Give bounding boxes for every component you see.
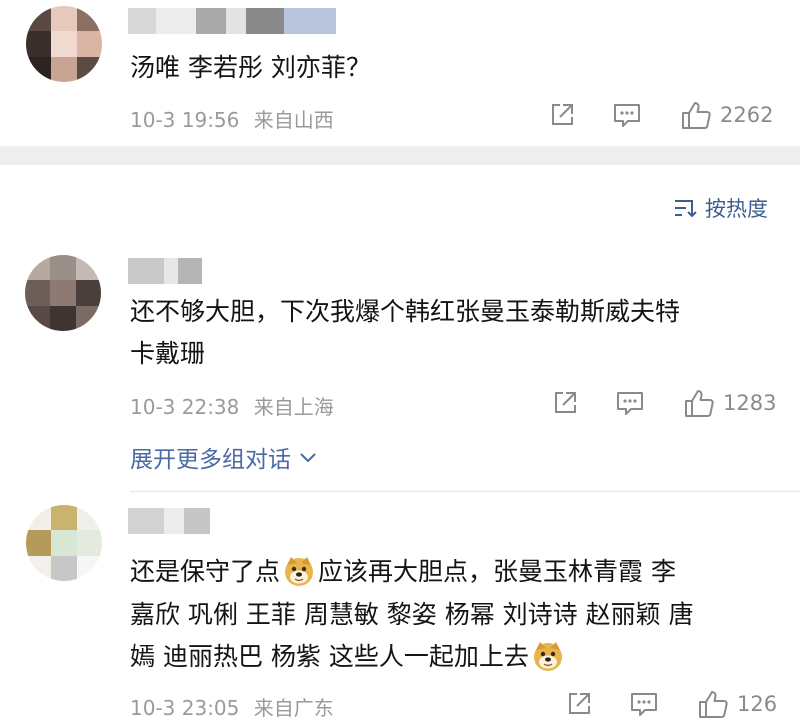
comment-text-segment: 嫣 迪丽热巴 杨紫 这些人一起加上去: [130, 642, 529, 671]
comment-text: 还是保守了点 应该再大胆点，张曼玉林青霞 李: [130, 551, 676, 599]
comment-actions: 126: [565, 689, 777, 719]
comment-text: 嫣 迪丽热巴 杨紫 这些人一起加上去: [130, 636, 567, 684]
like-button[interactable]: 126: [697, 689, 777, 719]
comment-icon: [631, 693, 657, 716]
sort-icon: [675, 200, 697, 218]
comment-actions: 2262: [548, 100, 773, 130]
chevron-down-icon: [300, 453, 316, 463]
doge-emoji-icon: [282, 555, 316, 599]
comment-icon: [614, 104, 640, 127]
comment-time: 10-3 22:38: [130, 395, 240, 419]
like-count: 2262: [720, 103, 774, 127]
thumbs-up-icon: [699, 691, 728, 718]
thumbs-up-icon: [682, 102, 711, 129]
share-button[interactable]: [551, 389, 579, 417]
comment-actions: 1283: [551, 388, 776, 418]
comment-meta: 10-3 22:38 来自上海: [130, 391, 334, 420]
share-icon: [552, 104, 573, 125]
comment-text: 卡戴珊: [130, 339, 206, 368]
expand-replies-link[interactable]: 展开更多组对话: [130, 440, 319, 474]
comment-text: 还不够大胆，下次我爆个韩红张曼玉泰勒斯威夫特: [130, 297, 681, 326]
like-count: 1283: [723, 391, 777, 415]
username-redacted[interactable]: [128, 508, 210, 534]
comment-button[interactable]: [615, 389, 645, 417]
like-button[interactable]: 1283: [683, 388, 776, 418]
thumbs-up-icon: [685, 390, 714, 417]
comment-text: 汤唯 李若彤 刘亦菲？: [130, 53, 371, 82]
divider: [130, 491, 800, 492]
comment-location: 来自山西: [253, 108, 334, 132]
share-icon: [555, 392, 576, 413]
section-separator: [0, 146, 800, 165]
like-button[interactable]: 2262: [680, 100, 773, 130]
comment-button[interactable]: [629, 690, 659, 718]
doge-emoji-icon: [531, 640, 565, 684]
avatar[interactable]: [26, 6, 102, 82]
comment-button[interactable]: [612, 101, 642, 129]
username-redacted[interactable]: [128, 258, 202, 284]
sort-label: 按热度: [705, 197, 768, 221]
comment-location: 来自广东: [253, 696, 334, 720]
comment-text: 嘉欣 巩俐 王菲 周慧敏 黎姿 杨幂 刘诗诗 赵丽颖 唐: [130, 600, 694, 629]
comment-text-segment: 还是保守了点: [130, 557, 281, 586]
share-button[interactable]: [565, 690, 593, 718]
comment-meta: 10-3 23:05 来自广东: [130, 692, 334, 721]
sort-by-hot-button[interactable]: 按热度: [673, 193, 768, 223]
share-icon: [569, 693, 590, 714]
avatar[interactable]: [25, 255, 101, 331]
like-count: 126: [737, 692, 778, 716]
username-redacted[interactable]: [128, 8, 336, 34]
comment-time: 10-3 19:56: [130, 108, 240, 132]
share-button[interactable]: [548, 101, 576, 129]
avatar[interactable]: [26, 505, 102, 581]
comment-text-segment: 应该再大胆点，张曼玉林青霞 李: [318, 557, 676, 586]
expand-label: 展开更多组对话: [130, 447, 291, 473]
comment-icon: [617, 392, 643, 415]
comment-location: 来自上海: [253, 395, 334, 419]
comment-meta: 10-3 19:56 来自山西: [130, 104, 334, 133]
comment-time: 10-3 23:05: [130, 696, 240, 720]
